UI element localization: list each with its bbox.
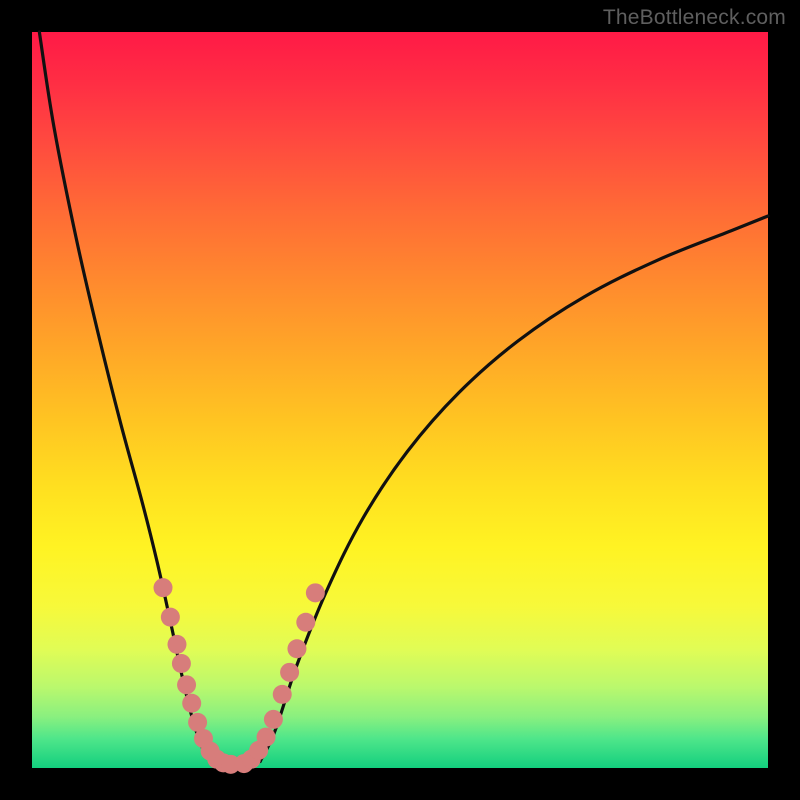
curve-right-branch	[260, 216, 768, 761]
marker-dot	[280, 663, 299, 682]
curve-left-branch	[39, 32, 216, 766]
marker-dot	[306, 583, 325, 602]
marker-dot	[257, 728, 276, 747]
marker-dot	[177, 675, 196, 694]
curve-layer	[32, 32, 768, 768]
marker-dot	[296, 613, 315, 632]
marker-dot	[287, 639, 306, 658]
watermark-text: TheBottleneck.com	[603, 6, 786, 30]
marker-dot	[154, 578, 173, 597]
marker-dot	[182, 694, 201, 713]
marker-dot	[188, 713, 207, 732]
marker-dot	[172, 654, 191, 673]
chart-stage: TheBottleneck.com	[0, 0, 800, 800]
marker-dot	[167, 635, 186, 654]
marker-dot	[264, 710, 283, 729]
plot-area	[32, 32, 768, 768]
marker-dot	[161, 608, 180, 627]
marker-dot	[273, 685, 292, 704]
marker-dots	[154, 578, 325, 774]
